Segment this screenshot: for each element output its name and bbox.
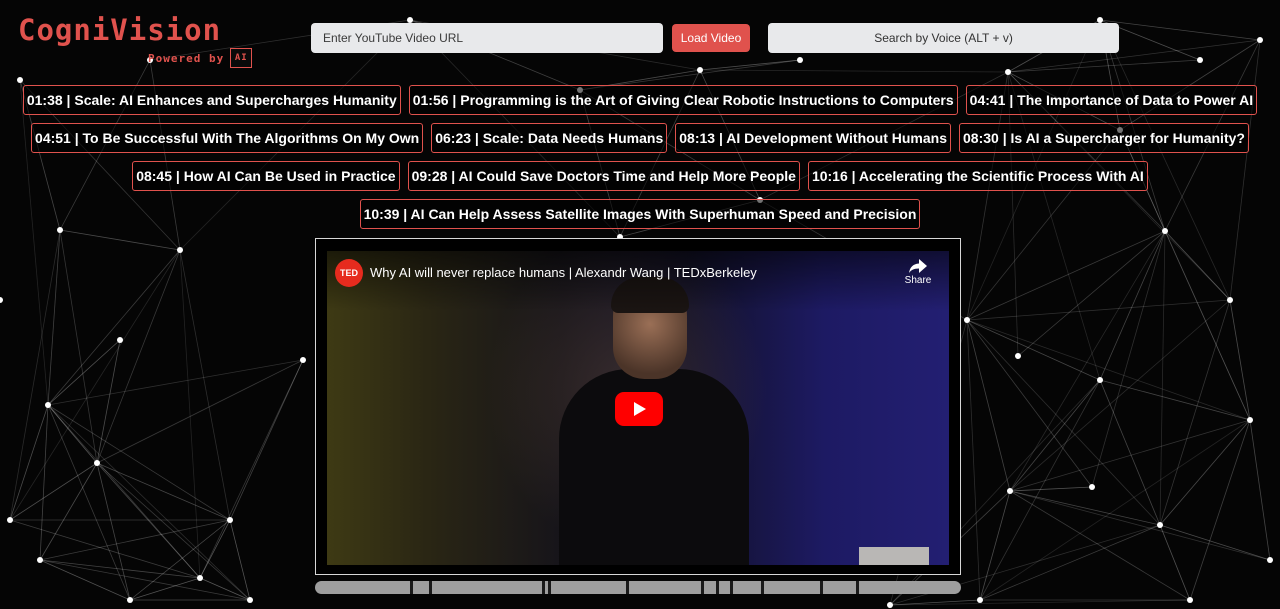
- network-node: [1015, 353, 1021, 359]
- network-node: [797, 57, 803, 63]
- timeline-chapter-marker: [541, 581, 545, 594]
- video-frame: TED Why AI will never replace humans | A…: [315, 238, 961, 575]
- logo-subtitle: Powered by AI: [148, 48, 253, 68]
- network-node: [1005, 69, 1011, 75]
- network-node: [197, 575, 203, 581]
- network-node: [1227, 297, 1233, 303]
- chapter-timeline[interactable]: [315, 581, 961, 594]
- timeline-chapter-marker: [409, 581, 413, 594]
- timeline-chapter-marker: [855, 581, 859, 594]
- powered-by-text: Powered by: [148, 51, 225, 65]
- ted-channel-logo[interactable]: TED: [335, 259, 363, 287]
- play-button[interactable]: [615, 392, 663, 426]
- ai-chip-icon: AI: [230, 48, 253, 68]
- timeline-chapter-marker: [626, 581, 630, 594]
- play-icon: [634, 402, 646, 416]
- chapter-chip[interactable]: 01:38 | Scale: AI Enhances and Superchar…: [22, 85, 401, 115]
- voice-search-button[interactable]: Search by Voice (ALT + v): [768, 23, 1119, 53]
- network-node: [127, 597, 133, 603]
- load-video-button[interactable]: Load Video: [672, 24, 750, 52]
- network-node: [7, 517, 13, 523]
- chapter-chip[interactable]: 10:39 | AI Can Help Assess Satellite Ima…: [359, 199, 921, 229]
- share-button[interactable]: Share: [899, 259, 937, 286]
- network-node: [964, 317, 970, 323]
- video-player[interactable]: TED Why AI will never replace humans | A…: [327, 251, 949, 565]
- video-top-shade: [327, 251, 949, 311]
- network-node: [117, 337, 123, 343]
- share-icon: [909, 259, 927, 273]
- timeline-chapter-marker: [547, 581, 551, 594]
- network-node: [697, 67, 703, 73]
- logo: CogniVision Powered by AI: [18, 13, 253, 68]
- podium: [859, 547, 929, 565]
- network-node: [300, 357, 306, 363]
- network-node: [17, 77, 23, 83]
- share-label: Share: [904, 275, 932, 286]
- network-node: [1247, 417, 1253, 423]
- network-node: [0, 297, 3, 303]
- network-node: [1097, 377, 1103, 383]
- logo-title: CogniVision: [18, 13, 222, 47]
- timeline-chapter-marker: [730, 581, 734, 594]
- timeline-chapter-marker: [715, 581, 719, 594]
- network-node: [1267, 557, 1273, 563]
- timeline-chapter-marker: [700, 581, 704, 594]
- network-node: [37, 557, 43, 563]
- chapter-chip[interactable]: 08:45 | How AI Can Be Used in Practice: [132, 161, 400, 191]
- chapter-chip[interactable]: 06:23 | Scale: Data Needs Humans: [431, 123, 668, 153]
- network-node: [1257, 37, 1263, 43]
- timeline-chapter-marker: [819, 581, 823, 594]
- network-node: [977, 597, 983, 603]
- network-node: [227, 517, 233, 523]
- timeline-chapter-marker: [760, 581, 764, 594]
- video-title[interactable]: Why AI will never replace humans | Alexa…: [370, 265, 757, 280]
- timeline-chapter-marker: [429, 581, 433, 594]
- chapter-chip[interactable]: 08:13 | AI Development Without Humans: [675, 123, 952, 153]
- network-node: [1089, 484, 1095, 490]
- chapter-chip[interactable]: 10:16 | Accelerating the Scientific Proc…: [807, 161, 1148, 191]
- chapter-list: 01:38 | Scale: AI Enhances and Superchar…: [16, 85, 1264, 229]
- network-node: [1157, 522, 1163, 528]
- network-node: [247, 597, 253, 603]
- network-node: [1007, 488, 1013, 494]
- network-node: [177, 247, 183, 253]
- network-node: [1187, 597, 1193, 603]
- chapter-chip[interactable]: 04:41 | The Importance of Data to Power …: [965, 85, 1258, 115]
- chapter-chip[interactable]: 08:30 | Is AI a Supercharger for Humanit…: [959, 123, 1249, 153]
- network-node: [1197, 57, 1203, 63]
- chapter-chip[interactable]: 01:56 | Programming is the Art of Giving…: [408, 85, 958, 115]
- network-node: [45, 402, 51, 408]
- chapter-chip[interactable]: 09:28 | AI Could Save Doctors Time and H…: [407, 161, 800, 191]
- network-node: [887, 602, 893, 608]
- chapter-chip[interactable]: 04:51 | To Be Successful With The Algori…: [31, 123, 424, 153]
- youtube-url-input[interactable]: [311, 23, 663, 53]
- network-node: [94, 460, 100, 466]
